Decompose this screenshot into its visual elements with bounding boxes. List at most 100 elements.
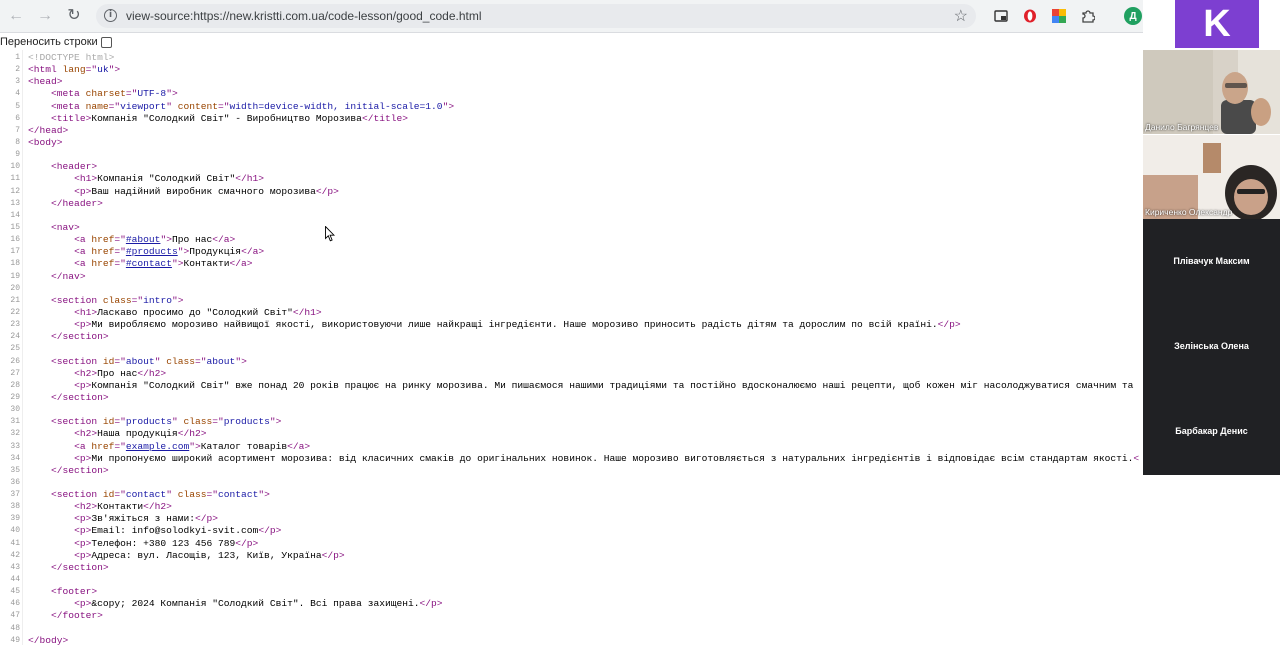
code-token: </title> (361, 112, 408, 124)
code-token: < (1133, 452, 1140, 464)
source-line: 25 (0, 343, 1143, 355)
source-line: 12 <p>Ваш надійний виробник смачного мор… (0, 186, 1143, 198)
address-bar[interactable]: i view-source:https://new.kristti.com.ua… (96, 4, 976, 28)
info-icon[interactable]: i (104, 9, 117, 22)
source-link[interactable]: #about (126, 234, 161, 245)
line-content: </section> (28, 392, 109, 404)
line-number: 7 (15, 125, 20, 135)
code-token: </h1> (292, 306, 322, 318)
wrap-lines-checkbox[interactable] (101, 37, 112, 48)
line-content: <meta charset="UTF-8"> (28, 88, 178, 100)
code-token: <section (51, 489, 103, 501)
source-line: 1 <!DOCTYPE html> (0, 52, 1143, 64)
code-token: href (91, 246, 115, 258)
participant-tile-name[interactable]: Зелінська Олена (1143, 341, 1280, 351)
extensions-puzzle-icon[interactable] (1078, 6, 1098, 26)
code-token: <section (51, 355, 103, 367)
browser-toolbar: ← → ↻ i view-source:https://new.kristti.… (0, 0, 1143, 33)
code-token: <a (74, 440, 92, 452)
line-content: <meta name="viewport" content="width=dev… (28, 101, 454, 113)
code-token: </a> (229, 258, 253, 270)
code-token: UTF-8 (137, 88, 167, 100)
code-token: =" (114, 416, 126, 428)
bookmark-star-icon[interactable]: ☆ (954, 6, 968, 26)
source-link[interactable]: example.com (126, 441, 189, 452)
line-number: 17 (10, 247, 20, 257)
code-token: =" (195, 355, 207, 367)
participant-video-1[interactable]: Данило Багрянцев (1143, 50, 1280, 134)
code-token: <!DOCTYPE html> (28, 52, 115, 63)
line-content: </body> (28, 635, 68, 645)
color-picker-extension-icon[interactable] (1049, 6, 1069, 26)
code-token: <h2> (74, 367, 98, 379)
source-link[interactable]: #contact (126, 258, 172, 269)
code-token: Продукція (189, 246, 242, 258)
code-token: Зв'яжіться з нами: (91, 513, 195, 525)
code-token: =" (114, 234, 126, 246)
code-token: id (102, 489, 115, 501)
line-number: 21 (10, 295, 20, 305)
code-token: </section> (51, 391, 109, 403)
code-token: " (166, 489, 178, 501)
code-token: about (206, 355, 236, 367)
line-content: </nav> (28, 271, 86, 283)
line-number: 16 (10, 235, 20, 245)
line-content: <a href="example.com">Каталог товарів</a… (28, 441, 310, 453)
code-token: "> (177, 246, 190, 258)
line-number: 29 (10, 392, 20, 402)
participant-list: Плівачук Максим Зелінська Олена Барбакар… (1143, 219, 1280, 475)
line-content: <p>&copy; 2024 Компанія "Солодкий Світ".… (28, 598, 442, 610)
code-token: </h2> (137, 367, 167, 379)
line-content: <section class="intro"> (28, 295, 183, 307)
source-line: 26 <section id="about" class="about"> (0, 356, 1143, 368)
code-token: class (177, 489, 207, 501)
back-button[interactable]: ← (5, 5, 27, 27)
code-token: "> (189, 440, 201, 452)
code-token: =" (108, 100, 121, 112)
code-token: </h2> (177, 428, 207, 440)
source-line: 10 <header> (0, 161, 1143, 173)
source-line: 21 <section class="intro"> (0, 295, 1143, 307)
code-token: =" (114, 246, 126, 258)
participant-video-2[interactable]: Кириченко Олександр (1143, 135, 1280, 219)
url-text[interactable]: view-source:https://new.kristti.com.ua/c… (126, 9, 482, 23)
line-content: <section id="contact" class="contact"> (28, 489, 270, 501)
line-number: 31 (10, 417, 20, 427)
source-line: 40 <p>Email: info@solodkyi-svit.com</p> (0, 525, 1143, 537)
code-token: Контакти (97, 501, 144, 513)
source-line: 16 <a href="#about">Про нас</a> (0, 234, 1143, 246)
arrow-right-icon: → (37, 7, 53, 24)
code-token: width=device-width, initial-scale=1.0 (229, 100, 443, 112)
picture-in-picture-icon[interactable] (991, 6, 1011, 26)
reload-button[interactable]: ↻ (63, 5, 85, 27)
participant-tile-name[interactable]: Плівачук Максим (1143, 256, 1280, 266)
code-token: <p> (74, 379, 92, 391)
opera-extension-icon[interactable] (1020, 6, 1040, 26)
code-token: "> (171, 258, 184, 270)
source-link[interactable]: #products (126, 246, 178, 257)
forward-button[interactable]: → (34, 5, 56, 27)
code-token: viewport (120, 100, 167, 112)
wrap-lines-label: Переносить строки (0, 36, 98, 48)
line-number: 4 (15, 89, 20, 99)
source-line: 47 </footer> (0, 610, 1143, 622)
participant-tile-name[interactable]: Барбакар Денис (1143, 426, 1280, 436)
line-number: 35 (10, 465, 20, 475)
code-token: =" (125, 88, 138, 100)
line-number: 41 (10, 538, 20, 548)
video-call-panel: K Данило Багрянцев Кириченко Олександр П… (1143, 0, 1280, 645)
line-number: 25 (10, 344, 20, 354)
profile-avatar[interactable]: Д (1124, 7, 1142, 25)
code-token: </p> (315, 185, 339, 197)
line-number: 8 (15, 137, 20, 147)
